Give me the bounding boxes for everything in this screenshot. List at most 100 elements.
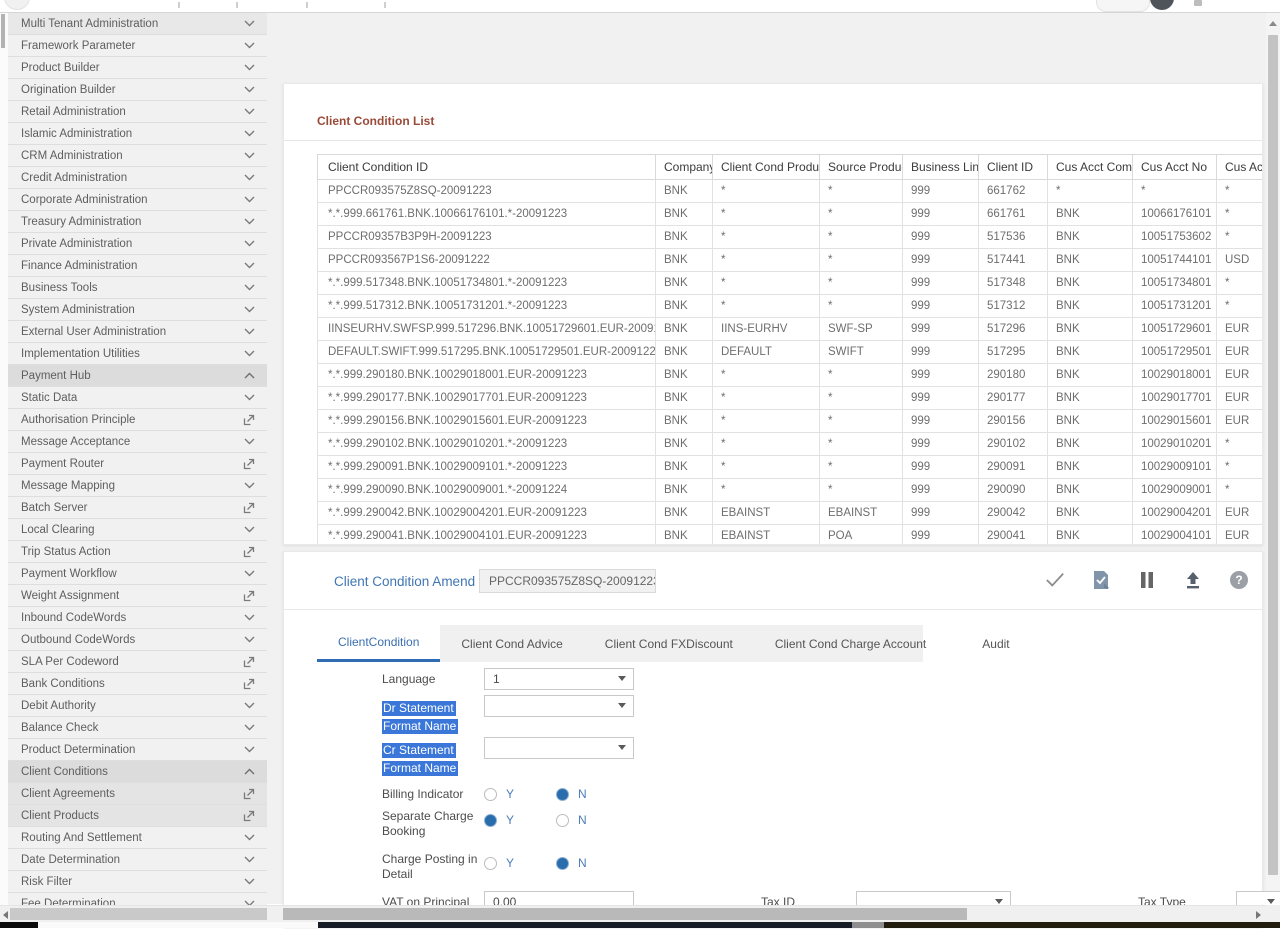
table-cell: 999 [903, 295, 979, 318]
radio-y[interactable] [484, 857, 497, 870]
table-row[interactable]: PPCCR09357B3P9H-20091223BNK**999517536BN… [318, 226, 1263, 249]
radio-y[interactable] [484, 788, 497, 801]
sidebar-item-private-administration[interactable]: Private Administration [8, 233, 267, 255]
radio-n-selected[interactable] [556, 857, 569, 870]
radio-y-selected[interactable] [484, 814, 497, 827]
table-row[interactable]: *.*.999.290041.BNK.10029004101.EUR-20091… [318, 525, 1263, 545]
main-hscroll-thumb[interactable] [283, 908, 967, 920]
sidebar-item-routing-and-settlement[interactable]: Routing And Settlement [8, 827, 267, 849]
table-cell: * [713, 433, 820, 456]
table-row[interactable]: IINSEURHV.SWFSP.999.517296.BNK.100517296… [318, 318, 1263, 341]
cr-statement-format-label: Cr StatementFormat Name [382, 741, 492, 777]
sidebar-item-client-conditions[interactable]: Client Conditions [8, 761, 267, 783]
sidebar-item-treasury-administration[interactable]: Treasury Administration [8, 211, 267, 233]
sidebar-item-islamic-administration[interactable]: Islamic Administration [8, 123, 267, 145]
table-row[interactable]: *.*.999.517348.BNK.10051734801.*-2009122… [318, 272, 1263, 295]
user-avatar[interactable] [1150, 0, 1174, 10]
sidebar-item-framework-parameter[interactable]: Framework Parameter [8, 35, 267, 57]
sidebar-item-outbound-codewords[interactable]: Outbound CodeWords [8, 629, 267, 651]
sidebar-item-inbound-codewords[interactable]: Inbound CodeWords [8, 607, 267, 629]
client-condition-table: Client Condition IDCompanyClient Cond Pr… [317, 154, 1262, 544]
sidebar-item-product-determination[interactable]: Product Determination [8, 739, 267, 761]
main-horizontal-scrollbar[interactable] [267, 905, 1266, 923]
radio-option-label: N [578, 813, 587, 827]
scroll-right-arrow-icon[interactable] [1256, 911, 1261, 919]
radio-n-selected[interactable] [556, 788, 569, 801]
radio-n[interactable] [556, 814, 569, 827]
sidebar-item-retail-administration[interactable]: Retail Administration [8, 101, 267, 123]
sidebar-item-corporate-administration[interactable]: Corporate Administration [8, 189, 267, 211]
table-row[interactable]: PPCCR093575Z8SQ-20091223BNK**999661762**… [318, 180, 1263, 203]
sidebar-item-date-determination[interactable]: Date Determination [8, 849, 267, 871]
column-header-client-cond-product[interactable]: Client Cond Product [713, 155, 820, 180]
table-row[interactable]: DEFAULT.SWIFT.999.517295.BNK.10051729501… [318, 341, 1263, 364]
table-row[interactable]: *.*.999.290102.BNK.10029010201.*-2009122… [318, 433, 1263, 456]
table-cell: 10029018001 [1133, 364, 1217, 387]
sidebar-item-authorisation-principle[interactable]: Authorisation Principle [8, 409, 267, 431]
vertical-scrollbar-thumb[interactable] [1268, 35, 1278, 875]
sidebar-item-weight-assignment[interactable]: Weight Assignment [8, 585, 267, 607]
sidebar-item-external-user-administration[interactable]: External User Administration [8, 321, 267, 343]
sidebar-item-batch-server[interactable]: Batch Server [8, 497, 267, 519]
table-cell: EUR [1217, 525, 1263, 545]
table-row[interactable]: *.*.999.290090.BNK.10029009001.*-2009122… [318, 479, 1263, 502]
sidebar-item-local-clearing[interactable]: Local Clearing [8, 519, 267, 541]
sidebar-item-label: Payment Workflow [21, 568, 243, 580]
page-vertical-scrollbar[interactable] [1266, 13, 1280, 904]
table-row[interactable]: *.*.999.517312.BNK.10051731201.*-2009122… [318, 295, 1263, 318]
table-cell: 999 [903, 364, 979, 387]
scroll-up-arrow-icon[interactable] [1269, 21, 1277, 26]
column-header-company[interactable]: Company [656, 155, 713, 180]
sidebar-item-bank-conditions[interactable]: Bank Conditions [8, 673, 267, 695]
column-header-cus-acct-comp[interactable]: Cus Acct Comp [1048, 155, 1133, 180]
sidebar-item-system-administration[interactable]: System Administration [8, 299, 267, 321]
column-header-cus-acct[interactable]: Cus Acct [1217, 155, 1263, 180]
table-cell: BNK [1048, 502, 1133, 525]
sidebar-item-multi-tenant-administration[interactable]: Multi Tenant Administration [8, 13, 267, 35]
sidebar-item-product-builder[interactable]: Product Builder [8, 57, 267, 79]
column-header-source-product[interactable]: Source Product [820, 155, 903, 180]
back-button-partial[interactable] [4, 0, 30, 10]
sidebar-item-business-tools[interactable]: Business Tools [8, 277, 267, 299]
sidebar-item-credit-administration[interactable]: Credit Administration [8, 167, 267, 189]
column-header-business-line[interactable]: Business Line [903, 155, 979, 180]
sidebar-item-finance-administration[interactable]: Finance Administration [8, 255, 267, 277]
cr-statement-format-select[interactable] [484, 737, 634, 759]
scroll-left-arrow-icon[interactable] [3, 911, 8, 919]
table-row[interactable]: PPCCR093567P1S6-20091222BNK**999517441BN… [318, 249, 1263, 272]
column-header-client-condition-id[interactable]: Client Condition ID [318, 155, 656, 180]
sidebar-scrollbar[interactable] [0, 13, 8, 906]
dr-statement-format-select[interactable] [484, 695, 634, 717]
column-header-cus-acct-no[interactable]: Cus Acct No [1133, 155, 1217, 180]
radio-option-label: Y [506, 813, 514, 827]
table-row[interactable]: *.*.999.290180.BNK.10029018001.EUR-20091… [318, 364, 1263, 387]
sidebar-item-origination-builder[interactable]: Origination Builder [8, 79, 267, 101]
table-row[interactable]: *.*.999.290177.BNK.10029017701.EUR-20091… [318, 387, 1263, 410]
sidebar-item-trip-status-action[interactable]: Trip Status Action [8, 541, 267, 563]
sidebar-item-sla-per-codeword[interactable]: SLA Per Codeword [8, 651, 267, 673]
sidebar-hscroll-thumb[interactable] [10, 908, 267, 920]
sidebar-item-payment-workflow[interactable]: Payment Workflow [8, 563, 267, 585]
table-row[interactable]: *.*.999.290091.BNK.10029009101.*-2009122… [318, 456, 1263, 479]
table-row[interactable]: *.*.999.661761.BNK.10066176101.*-2009122… [318, 203, 1263, 226]
table-cell: 999 [903, 456, 979, 479]
sidebar-scrollbar-thumb[interactable] [1, 14, 5, 48]
sidebar-item-payment-hub[interactable]: Payment Hub [8, 365, 267, 387]
sidebar-item-client-agreements[interactable]: Client Agreements [8, 783, 267, 805]
language-select[interactable]: 1 [484, 668, 634, 690]
sidebar-item-label: Private Administration [21, 238, 243, 250]
sidebar-item-static-data[interactable]: Static Data [8, 387, 267, 409]
sidebar-item-balance-check[interactable]: Balance Check [8, 717, 267, 739]
sidebar-horizontal-scrollbar[interactable] [0, 905, 267, 923]
sidebar-item-payment-router[interactable]: Payment Router [8, 453, 267, 475]
column-header-client-id[interactable]: Client ID [979, 155, 1048, 180]
sidebar-item-debit-authority[interactable]: Debit Authority [8, 695, 267, 717]
sidebar-item-crm-administration[interactable]: CRM Administration [8, 145, 267, 167]
sidebar-item-message-mapping[interactable]: Message Mapping [8, 475, 267, 497]
sidebar-item-client-products[interactable]: Client Products [8, 805, 267, 827]
table-row[interactable]: *.*.999.290042.BNK.10029004201.EUR-20091… [318, 502, 1263, 525]
table-row[interactable]: *.*.999.290156.BNK.10029015601.EUR-20091… [318, 410, 1263, 433]
sidebar-item-message-acceptance[interactable]: Message Acceptance [8, 431, 267, 453]
sidebar-item-risk-filter[interactable]: Risk Filter [8, 871, 267, 893]
sidebar-item-implementation-utilities[interactable]: Implementation Utilities [8, 343, 267, 365]
